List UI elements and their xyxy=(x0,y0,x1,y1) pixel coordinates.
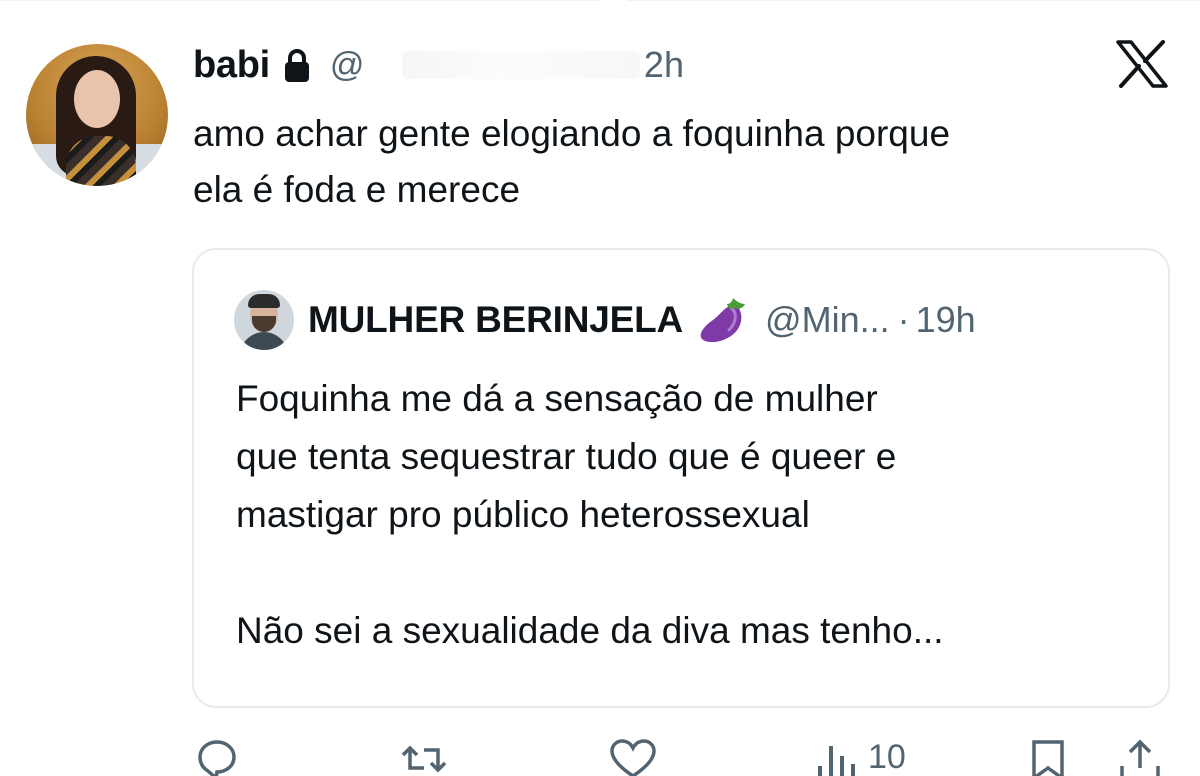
quote-author-name[interactable]: MULHER BERINJELA xyxy=(308,299,683,341)
eggplant-emoji-icon xyxy=(695,294,749,346)
heart-icon xyxy=(608,738,658,776)
action-bar: 10 xyxy=(192,738,1170,776)
quote-header: MULHER BERINJELA @Min... · 19h xyxy=(234,288,976,352)
bookmark-button[interactable] xyxy=(1028,738,1068,776)
quote-time[interactable]: 19h xyxy=(916,299,976,341)
handle-redaction xyxy=(401,51,640,79)
views-count: 10 xyxy=(868,738,906,776)
quoted-tweet-card[interactable]: MULHER BERINJELA @Min... · 19h Foquinha … xyxy=(192,248,1170,708)
retweet-button[interactable] xyxy=(400,738,448,776)
views-icon xyxy=(814,738,858,776)
author-display-name[interactable]: babi xyxy=(193,44,270,87)
retweet-icon xyxy=(400,738,448,776)
reply-icon xyxy=(196,738,238,776)
views-button[interactable]: 10 xyxy=(814,738,906,776)
share-button[interactable] xyxy=(1118,738,1162,776)
tweet-time[interactable]: 2h xyxy=(644,44,684,86)
author-avatar[interactable] xyxy=(26,44,168,186)
tweet-text: amo achar gente elogiando a foquinha por… xyxy=(193,113,951,210)
reply-button[interactable] xyxy=(196,738,238,776)
lock-icon xyxy=(282,48,312,84)
like-button[interactable] xyxy=(608,738,658,776)
x-logo-icon[interactable] xyxy=(1116,40,1168,88)
quote-author-handle[interactable]: @Min... xyxy=(765,299,890,341)
author-handle[interactable]: @ xyxy=(330,46,402,85)
quote-separator: · xyxy=(897,299,910,340)
tweet-screenshot: babi @ 2h amo achar gente elogiando a fo… xyxy=(0,0,1200,776)
share-icon xyxy=(1118,738,1162,776)
bookmark-icon xyxy=(1028,738,1068,776)
tweet-header: babi @ 2h xyxy=(193,40,684,90)
quote-author-avatar[interactable] xyxy=(234,290,294,350)
quote-text: Foquinha me dá a sensação de mulher que … xyxy=(236,378,944,651)
top-divider xyxy=(0,0,1200,7)
